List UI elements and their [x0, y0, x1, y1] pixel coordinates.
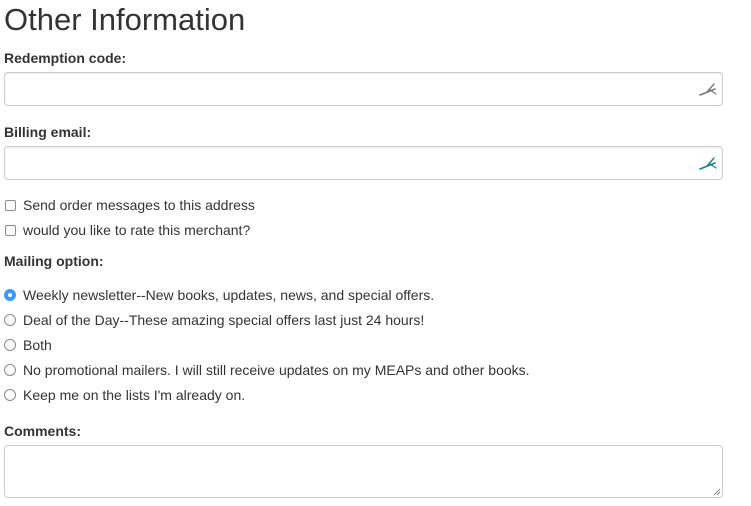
- radio-label[interactable]: No promotional mailers. I will still rec…: [23, 362, 530, 378]
- rate-merchant-label[interactable]: would you like to rate this merchant?: [23, 222, 250, 238]
- radio-label[interactable]: Keep me on the lists I'm already on.: [23, 387, 245, 403]
- radio-label[interactable]: Deal of the Day--These amazing special o…: [23, 312, 424, 328]
- mailing-option-no-promotional[interactable]: No promotional mailers. I will still rec…: [4, 360, 530, 380]
- mailing-option-keep-lists[interactable]: Keep me on the lists I'm already on.: [4, 385, 245, 405]
- comments-textarea[interactable]: [4, 445, 723, 498]
- send-order-messages-checkbox[interactable]: [5, 199, 16, 211]
- mailing-option-deal-of-the-day[interactable]: Deal of the Day--These amazing special o…: [4, 310, 424, 330]
- redemption-code-label: Redemption code:: [4, 50, 127, 66]
- send-order-messages-option[interactable]: Send order messages to this address: [4, 195, 255, 215]
- radio-no-promotional[interactable]: [4, 364, 16, 376]
- radio-keep-lists[interactable]: [4, 389, 16, 401]
- billing-email-input[interactable]: [4, 146, 723, 180]
- mailing-option-label: Mailing option:: [4, 253, 104, 269]
- rate-merchant-checkbox[interactable]: [5, 224, 16, 236]
- billing-email-label: Billing email:: [4, 124, 92, 140]
- comments-label: Comments:: [4, 423, 82, 439]
- resize-handle-icon[interactable]: [712, 487, 721, 496]
- radio-label[interactable]: Weekly newsletter--New books, updates, n…: [23, 287, 434, 303]
- mailing-option-weekly-newsletter[interactable]: Weekly newsletter--New books, updates, n…: [4, 285, 434, 305]
- rate-merchant-option[interactable]: would you like to rate this merchant?: [4, 220, 250, 240]
- page-title: Other Information: [4, 2, 246, 37]
- autofill-icon[interactable]: [698, 81, 718, 99]
- mailing-option-both[interactable]: Both: [4, 335, 52, 355]
- autofill-icon[interactable]: [698, 155, 718, 173]
- radio-label[interactable]: Both: [23, 337, 52, 353]
- send-order-messages-label[interactable]: Send order messages to this address: [23, 197, 255, 213]
- radio-both[interactable]: [4, 339, 16, 351]
- radio-weekly-newsletter[interactable]: [4, 289, 16, 301]
- radio-deal-of-the-day[interactable]: [4, 314, 16, 326]
- redemption-code-input[interactable]: [4, 72, 723, 106]
